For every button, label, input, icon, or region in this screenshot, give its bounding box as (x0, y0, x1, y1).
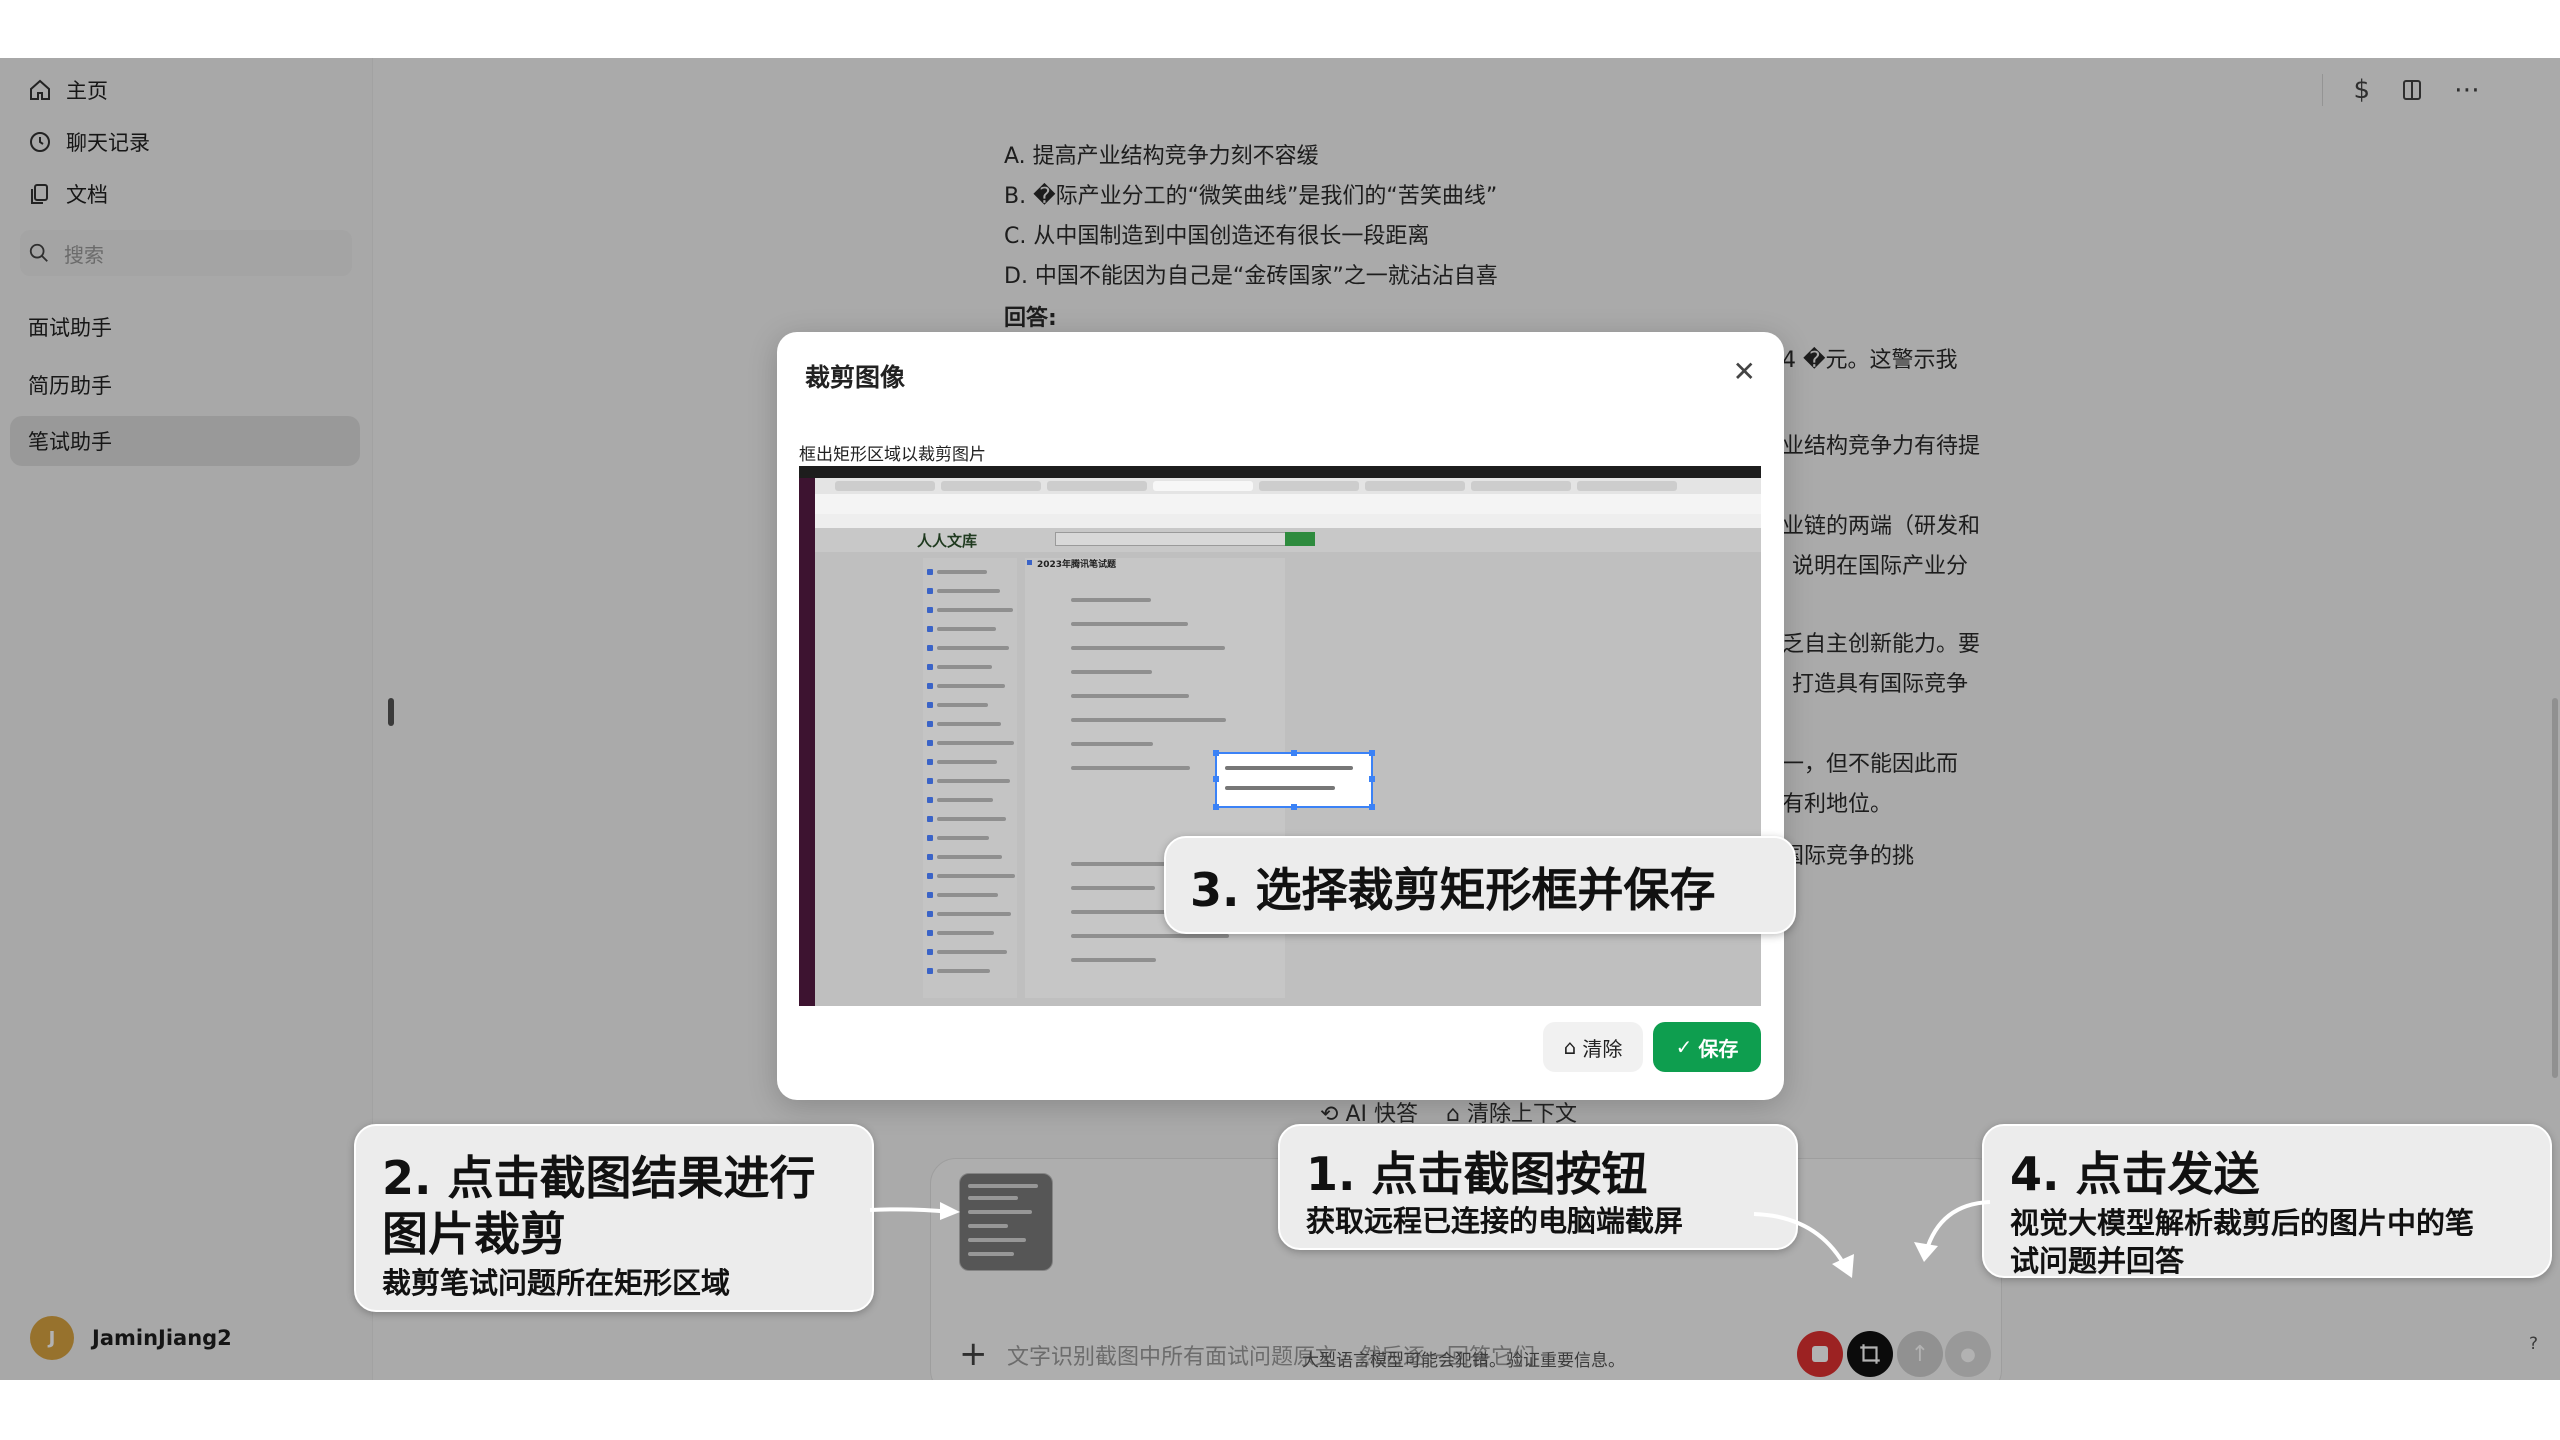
screenshot-dock (799, 478, 815, 1006)
screenshot-doc-icon (927, 930, 933, 936)
screenshot-text-line (1071, 958, 1156, 962)
screenshot-list-line (937, 893, 998, 897)
callout-title: 1. 点击截图按钮 (1306, 1147, 1648, 1201)
screenshot-list-line (937, 874, 1015, 878)
crop-handle[interactable] (1213, 776, 1219, 782)
screenshot-list-line (937, 703, 988, 707)
screenshot-doc-title: 2023年腾讯笔试题 (1037, 560, 1117, 570)
screenshot-list-line (937, 589, 1000, 593)
crop-hint: 框出矩形区域以裁剪图片 (799, 445, 986, 465)
callout-subtitle: 裁剪笔试问题所在矩形区域 (382, 1266, 731, 1300)
clear-button-label: 清除 (1582, 1036, 1623, 1061)
screenshot-topbar (799, 466, 1761, 478)
screenshot-text-line (1071, 694, 1189, 698)
callout-step-3: 3. 选择裁剪矩形框并保存 (1164, 836, 1796, 934)
screenshot-text-line (1071, 934, 1229, 938)
screenshot-list-line (937, 608, 1013, 612)
screenshot-doc-icon (927, 759, 933, 765)
callout-subtitle: 视觉大模型解析裁剪后的图片中的笔 (2010, 1206, 2475, 1240)
callout-subtitle: 试问题并回答 (2010, 1244, 2185, 1278)
crop-handle[interactable] (1369, 776, 1375, 782)
close-icon[interactable]: ✕ (1733, 358, 1756, 386)
screenshot-doc-icon (927, 835, 933, 841)
screenshot-list-line (937, 665, 992, 669)
callout-title: 4. 点击发送 (2010, 1147, 2260, 1201)
callout-title: 3. 选择裁剪矩形框并保存 (1190, 863, 1716, 917)
screenshot-list-line (937, 969, 990, 973)
crop-image-dialog: 裁剪图像 ✕ 框出矩形区域以裁剪图片 人人文库 2023年腾讯笔试题 ⌂ 清除 … (777, 332, 1784, 1100)
screenshot-tabs (815, 478, 1761, 494)
arrow-step-4 (1914, 1200, 1991, 1262)
arrow-step-2 (869, 1202, 960, 1220)
crop-rectangle[interactable] (1213, 750, 1375, 810)
screenshot-doc-icon (927, 664, 933, 670)
dialog-title: 裁剪图像 (805, 363, 906, 392)
screenshot-doc-icon (927, 721, 933, 727)
screenshot-doc-icon (927, 683, 933, 689)
screenshot-address-bar (815, 494, 1761, 514)
screenshot-doc-icon (927, 778, 933, 784)
screenshot-list-line (937, 760, 997, 764)
screenshot-doc-icon (927, 645, 933, 651)
screenshot-doc-icon (927, 588, 933, 594)
screenshot-doc-icon (927, 740, 933, 746)
crop-handle[interactable] (1213, 804, 1219, 810)
callout-title: 图片裁剪 (382, 1207, 566, 1261)
eraser-icon: ⌂ (1563, 1035, 1577, 1059)
screenshot-doc-icon (927, 911, 933, 917)
screenshot-text-line (1071, 598, 1151, 602)
crop-handle[interactable] (1291, 804, 1297, 810)
arrow-step-1 (1753, 1212, 1854, 1278)
screenshot-list-line (937, 646, 1009, 650)
screenshot-list-line (937, 779, 1010, 783)
crop-handle[interactable] (1369, 804, 1375, 810)
screenshot-list-line (937, 684, 1005, 688)
screenshot-list-line (937, 798, 993, 802)
screenshot-doc-icon (927, 607, 933, 613)
screenshot-text-line (1071, 742, 1153, 746)
crop-handle[interactable] (1213, 750, 1219, 756)
screenshot-list-line (937, 570, 987, 574)
screenshot-site-name: 人人文库 (917, 532, 978, 550)
clear-button[interactable]: ⌂ 清除 (1543, 1022, 1643, 1072)
save-button-label: 保存 (1698, 1036, 1739, 1061)
screenshot-doc-icon (927, 949, 933, 955)
check-icon: ✓ (1675, 1035, 1693, 1059)
screenshot-doc-icon (927, 702, 933, 708)
screenshot-text-line (1071, 886, 1155, 890)
screenshot-bookmarks (815, 514, 1761, 528)
crop-handle[interactable] (1369, 750, 1375, 756)
save-button[interactable]: ✓ 保存 (1653, 1022, 1761, 1072)
callout-step-1: 1. 点击截图按钮 获取远程已连接的电脑端截屏 (1278, 1124, 1798, 1250)
screenshot-list-line (937, 817, 1006, 821)
crop-handle[interactable] (1291, 750, 1297, 756)
screenshot-doc-icon (927, 854, 933, 860)
screenshot-doc-icon (927, 569, 933, 575)
screenshot-doc-icon (927, 892, 933, 898)
callout-step-2: 2. 点击截图结果进行 图片裁剪 裁剪笔试问题所在矩形区域 (354, 1124, 874, 1312)
screenshot-text-line (1071, 718, 1226, 722)
screenshot-list-line (937, 836, 989, 840)
screenshot-list-line (937, 912, 1011, 916)
screenshot-text-line (1071, 622, 1188, 626)
screenshot-text-line (1071, 766, 1190, 770)
screenshot-doc-icon (927, 797, 933, 803)
callout-subtitle: 获取远程已连接的电脑端截屏 (1306, 1204, 1684, 1238)
callout-step-4: 4. 点击发送 视觉大模型解析裁剪后的图片中的笔 试问题并回答 (1982, 1124, 2552, 1278)
screenshot-text-line (1071, 670, 1152, 674)
screenshot-text-line (1071, 646, 1225, 650)
screenshot-list-line (937, 741, 1014, 745)
screenshot-list-line (937, 950, 1007, 954)
screenshot-doc-icon (927, 816, 933, 822)
screenshot-list-line (937, 855, 1002, 859)
screenshot-list-line (937, 627, 996, 631)
screenshot-list-line (937, 931, 994, 935)
screenshot-list-line (937, 722, 1001, 726)
screenshot-doc-icon (927, 626, 933, 632)
screenshot-doc-icon (927, 968, 933, 974)
screenshot-doc-icon (927, 873, 933, 879)
